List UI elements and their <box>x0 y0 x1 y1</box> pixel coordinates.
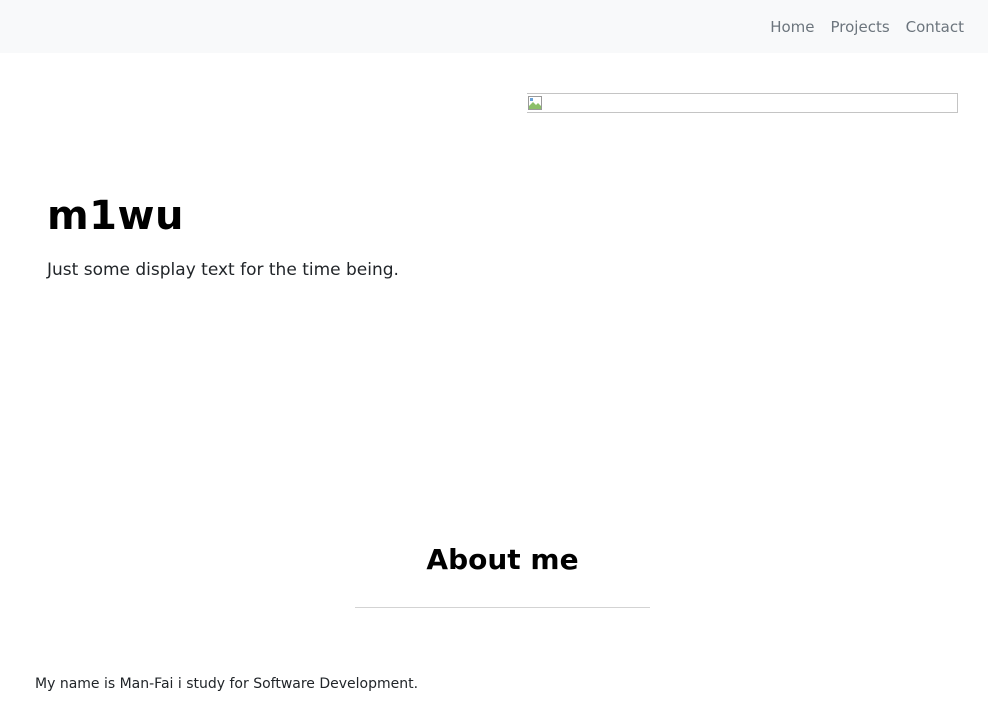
navbar: Home Projects Contact <box>0 0 988 53</box>
about-text: My name is Man-Fai i study for Software … <box>35 676 419 692</box>
hero-title: m1wu <box>47 193 184 239</box>
nav-link-contact[interactable]: Contact <box>906 18 964 36</box>
nav-link-home[interactable]: Home <box>770 18 814 36</box>
nav-links: Home Projects Contact <box>770 0 964 53</box>
about-divider <box>355 607 650 608</box>
nav-link-projects[interactable]: Projects <box>831 18 890 36</box>
broken-image-icon <box>528 96 542 110</box>
hero-subtitle: Just some display text for the time bein… <box>47 260 399 280</box>
hero-image <box>527 93 958 113</box>
about-heading: About me <box>426 543 579 576</box>
